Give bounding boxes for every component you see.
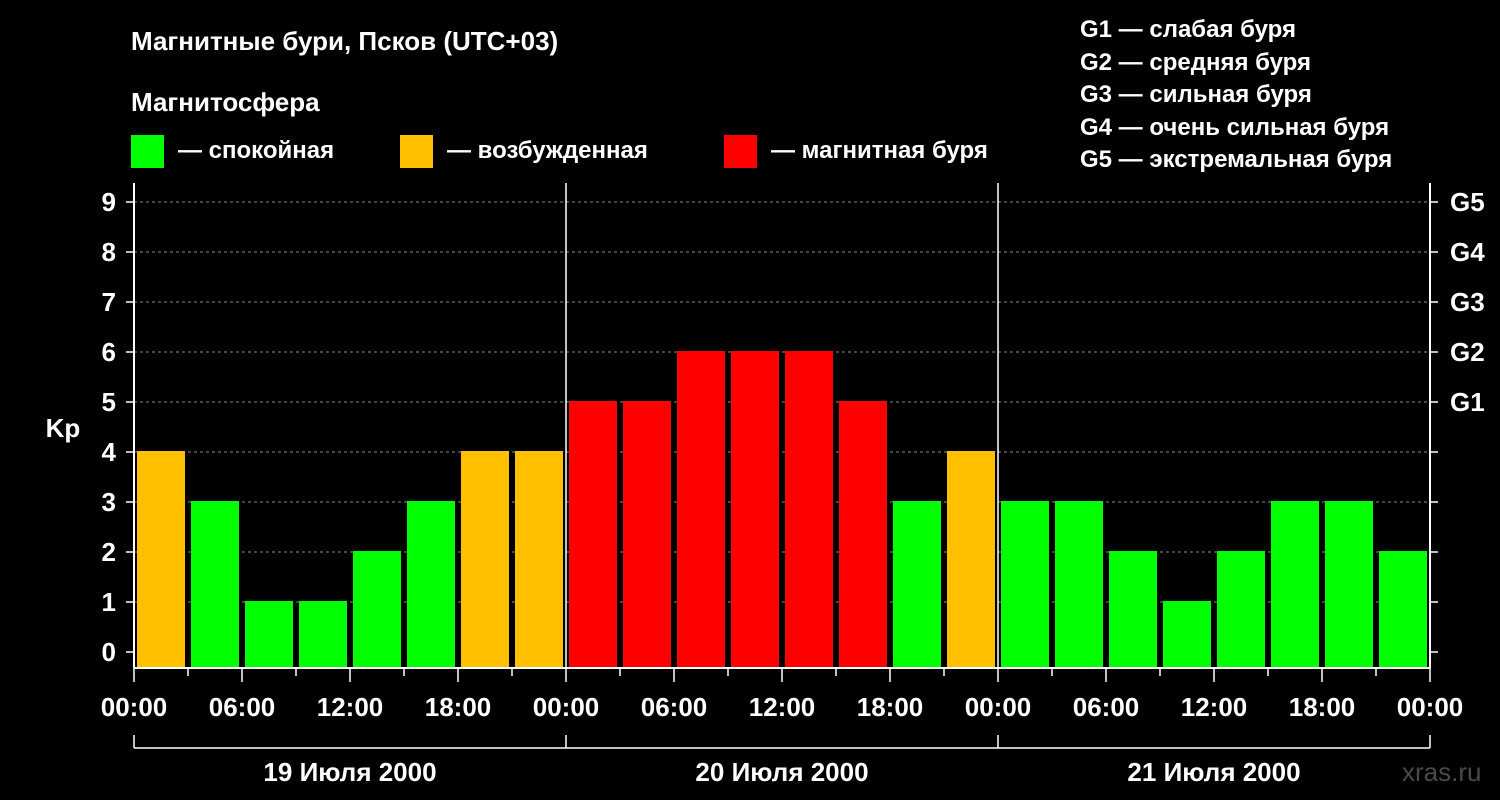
kp-bar — [1271, 501, 1319, 668]
kp-bar — [1325, 501, 1373, 668]
y-tick-label: 6 — [102, 337, 116, 367]
kp-bar — [785, 351, 833, 668]
kp-bar — [191, 501, 239, 668]
kp-bar — [353, 551, 401, 668]
kp-bar — [407, 501, 455, 668]
x-tick-label: 00:00 — [533, 692, 600, 722]
g-level-label: G4 — [1450, 237, 1485, 267]
kp-bar — [1055, 501, 1103, 668]
watermark: xras.ru — [1402, 757, 1482, 787]
kp-bar — [1217, 551, 1265, 668]
x-tick-label: 06:00 — [641, 692, 708, 722]
x-tick-label: 06:00 — [209, 692, 276, 722]
x-tick-label: 18:00 — [857, 692, 924, 722]
x-tick-label: 12:00 — [317, 692, 384, 722]
g-level-label: G2 — [1450, 337, 1485, 367]
y-tick-label: 1 — [102, 587, 116, 617]
kp-bar — [893, 501, 941, 668]
x-tick-label: 18:00 — [425, 692, 492, 722]
kp-bar — [1109, 551, 1157, 668]
g-level-label: G5 — [1450, 187, 1485, 217]
kp-bar — [461, 451, 509, 668]
kp-bar — [839, 401, 887, 668]
g-level-label: G3 — [1450, 287, 1485, 317]
y-tick-label: 0 — [102, 637, 116, 667]
y-tick-label: 3 — [102, 487, 116, 517]
kp-bar-chart: 0 1 2 3 4 5 6 7 8 9 G1 G2 G3 G4 G5 Kp 00:00 06:00 12:00 18:… — [46, 183, 1485, 787]
kp-bar — [299, 601, 347, 668]
kp-bar — [677, 351, 725, 668]
x-tick-label: 00:00 — [1397, 692, 1464, 722]
kp-bar — [515, 451, 563, 668]
x-tick-label: 12:00 — [1181, 692, 1248, 722]
kp-bar — [569, 401, 617, 668]
day-label: 20 Июля 2000 — [695, 757, 868, 787]
kp-bar — [137, 451, 185, 668]
day-label: 21 Июля 2000 — [1127, 757, 1300, 787]
kp-bar — [623, 401, 671, 668]
x-tick-label: 00:00 — [965, 692, 1032, 722]
y-tick-label: 9 — [102, 187, 116, 217]
y-tick-label: 4 — [102, 437, 117, 467]
y-tick-label: 2 — [102, 537, 116, 567]
kp-bar — [245, 601, 293, 668]
x-tick-label: 00:00 — [101, 692, 168, 722]
kp-bar — [1001, 501, 1049, 668]
kp-bar — [1163, 601, 1211, 668]
kp-bar — [1379, 551, 1427, 668]
kp-bar — [731, 351, 779, 668]
day-label: 19 Июля 2000 — [263, 757, 436, 787]
x-tick-label: 12:00 — [749, 692, 816, 722]
x-tick-label: 06:00 — [1073, 692, 1140, 722]
g-level-label: G1 — [1450, 387, 1485, 417]
y-tick-label: 5 — [102, 387, 116, 417]
y-tick-label: 8 — [102, 237, 116, 267]
x-tick-label: 18:00 — [1289, 692, 1356, 722]
y-axis-label: Kp — [46, 413, 81, 443]
y-tick-label: 7 — [102, 287, 116, 317]
kp-bar — [947, 451, 995, 668]
